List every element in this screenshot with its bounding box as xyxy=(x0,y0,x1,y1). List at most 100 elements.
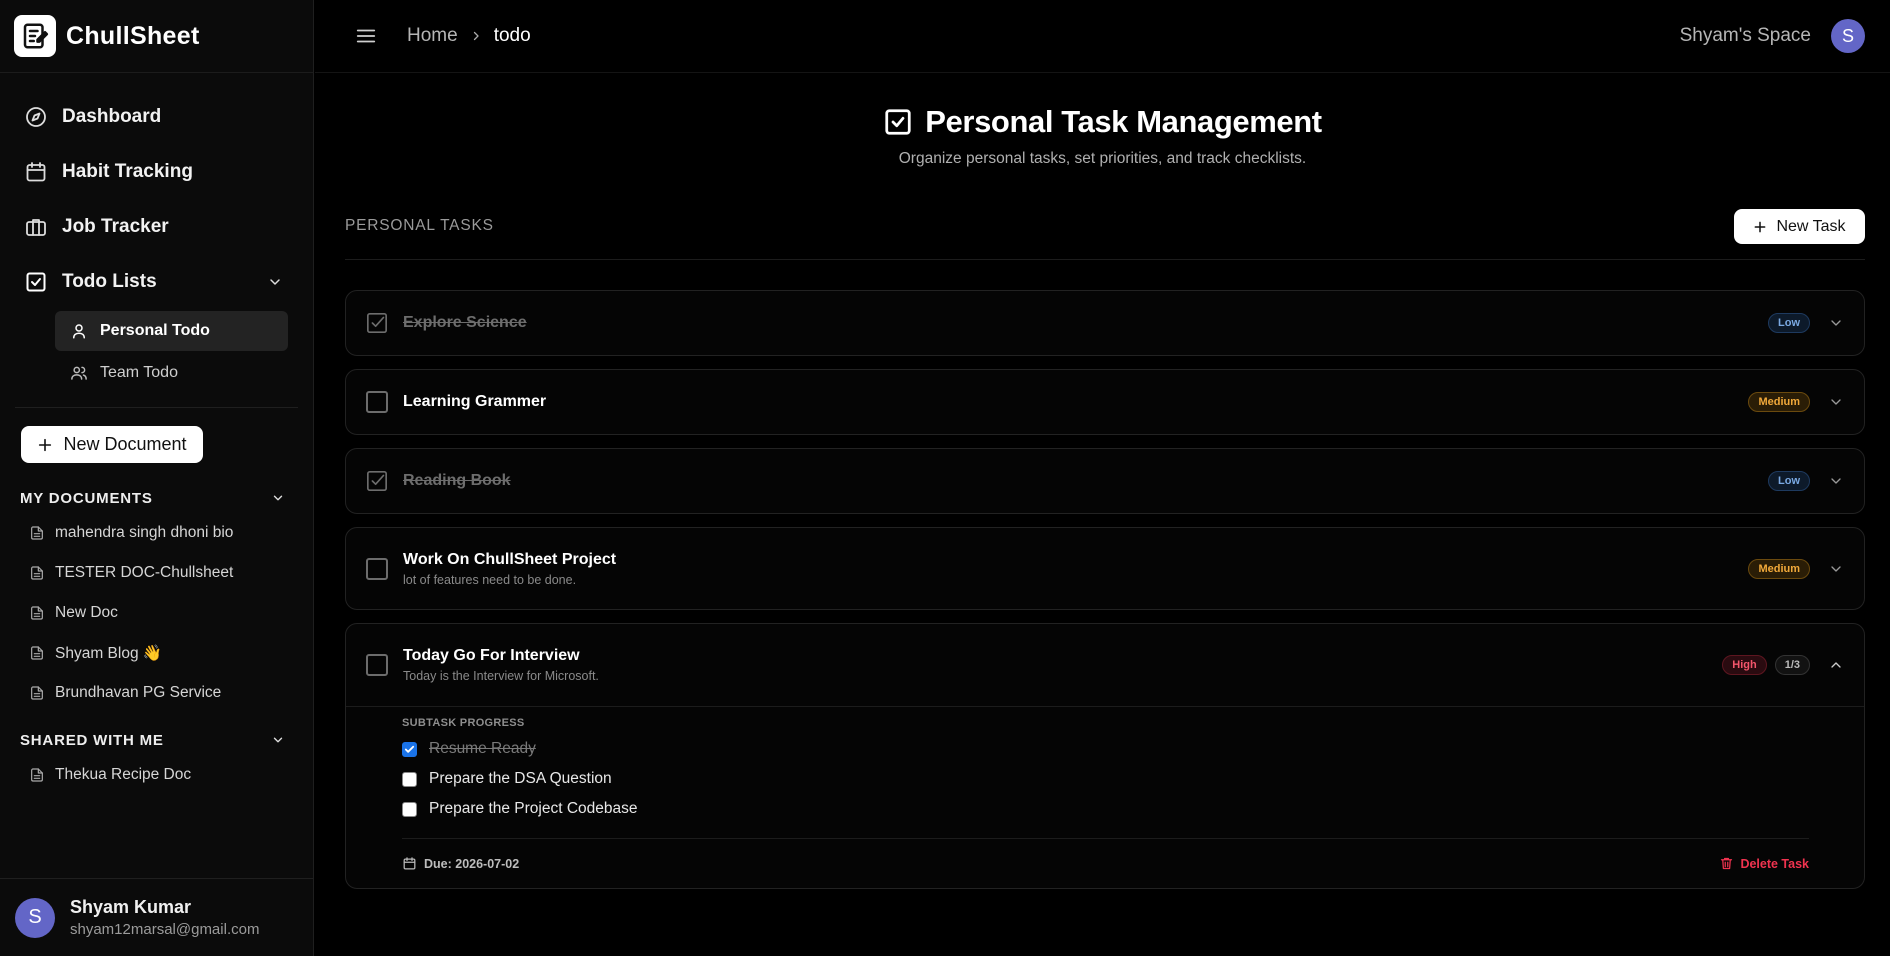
chevron-down-icon[interactable] xyxy=(271,491,285,505)
sidebar-divider xyxy=(15,407,298,408)
chevron-up-icon[interactable] xyxy=(1828,657,1844,673)
breadcrumb-home[interactable]: Home xyxy=(407,25,458,47)
task-footer: Due: 2026-07-02 Delete Task xyxy=(402,838,1809,888)
chevron-down-icon[interactable] xyxy=(267,274,283,290)
new-document-label: New Document xyxy=(63,434,187,454)
chevron-right-icon xyxy=(473,31,479,41)
task-card[interactable]: Reading Book Low xyxy=(345,448,1865,514)
subtask-label: Prepare the Project Codebase xyxy=(429,800,638,817)
page-title: Personal Task Management xyxy=(925,104,1322,139)
briefcase-icon xyxy=(26,218,46,236)
task-card-expanded[interactable]: Today Go For Interview Today is the Inte… xyxy=(345,623,1865,889)
subtask-progress-label: SUBTASK PROGRESS xyxy=(402,717,525,729)
document-item[interactable]: Brundhavan PG Service xyxy=(0,673,313,713)
subtask-checkbox[interactable] xyxy=(402,771,417,787)
subtask-item[interactable]: Resume Ready xyxy=(402,734,1809,764)
my-documents-list: mahendra singh dhoni bio TESTER DOC-Chul… xyxy=(0,513,313,713)
checkbox-checked-icon[interactable] xyxy=(366,470,388,492)
page-subtitle: Organize personal tasks, set priorities,… xyxy=(898,150,1307,167)
task-checkbox[interactable] xyxy=(366,654,388,676)
avatar: S xyxy=(15,897,55,938)
checkbox-checked-icon[interactable] xyxy=(366,312,388,334)
new-task-button[interactable]: New Task xyxy=(1734,209,1865,244)
task-card[interactable]: Explore Science Low xyxy=(345,290,1865,356)
document-title: Brundhavan PG Service xyxy=(55,684,222,701)
priority-badge: Low xyxy=(1768,471,1810,491)
users-icon xyxy=(71,366,87,380)
task-title: Learning Grammer xyxy=(403,393,547,410)
due-date: Due: 2026-07-02 xyxy=(402,856,519,871)
avatar[interactable]: S xyxy=(1831,19,1865,53)
compass-icon xyxy=(26,106,46,127)
sidebar-item-dashboard[interactable]: Dashboard xyxy=(0,89,313,144)
priority-badge: High xyxy=(1722,655,1767,675)
task-checkbox[interactable] xyxy=(366,391,388,413)
file-text-icon xyxy=(31,646,43,660)
checkbox-icon xyxy=(26,272,46,291)
subtask-count-badge: 1/3 xyxy=(1774,655,1810,675)
workspace-name[interactable]: Shyam's Space xyxy=(1680,25,1811,47)
checkbox-icon xyxy=(885,109,911,135)
brand[interactable]: ChullSheet xyxy=(0,0,313,73)
due-date-text: Due: 2026-07-02 xyxy=(424,856,520,871)
shared-with-me-header[interactable]: SHARED WITH ME xyxy=(0,725,313,755)
sidebar: ChullSheet Dashboard Habit Tracking Job … xyxy=(0,0,314,956)
subtask-item[interactable]: Prepare the Project Codebase xyxy=(402,794,1809,824)
sidebar-item-label: Habit Tracking xyxy=(62,160,193,182)
divider xyxy=(345,259,1865,260)
subtask-checkbox[interactable] xyxy=(402,741,417,757)
shared-documents-list: Thekua Recipe Doc xyxy=(0,755,313,795)
document-item[interactable]: Shyam Blog 👋 xyxy=(0,633,313,673)
user-profile[interactable]: S Shyam Kumar shyam12marsal@gmail.com xyxy=(0,878,314,956)
sidebar-item-habit-tracking[interactable]: Habit Tracking xyxy=(0,144,313,199)
document-item[interactable]: TESTER DOC-Chullsheet xyxy=(0,553,313,593)
file-text-icon xyxy=(31,686,43,700)
priority-badge: Medium xyxy=(1748,558,1810,579)
sidebar-item-label: Dashboard xyxy=(62,105,162,127)
subtask-item[interactable]: Prepare the DSA Question xyxy=(402,764,1809,794)
file-text-icon xyxy=(31,526,43,540)
new-document-button[interactable]: New Document xyxy=(21,426,203,463)
document-title: Shyam Blog 👋 xyxy=(55,644,163,662)
document-item[interactable]: New Doc xyxy=(0,593,313,633)
user-icon xyxy=(73,324,85,339)
chevron-down-icon[interactable] xyxy=(1828,473,1844,489)
sidebar-item-personal-todo[interactable]: Personal Todo xyxy=(55,311,288,351)
chevron-down-icon[interactable] xyxy=(1828,394,1844,410)
my-documents-header[interactable]: MY DOCUMENTS xyxy=(0,483,313,513)
task-title: Today Go For Interview xyxy=(403,647,580,664)
new-task-label: New Task xyxy=(1776,217,1846,235)
task-checkbox[interactable] xyxy=(366,557,388,580)
priority-badge: Medium xyxy=(1748,392,1810,412)
delete-task-button[interactable]: Delete Task xyxy=(1719,856,1809,871)
topbar: Home todo Shyam's Space S xyxy=(315,0,1890,73)
section-title: SHARED WITH ME xyxy=(20,731,164,749)
task-description: lot of features need to be done. xyxy=(403,572,577,587)
app-name: ChullSheet xyxy=(66,21,200,50)
chevron-down-icon[interactable] xyxy=(1828,561,1844,577)
task-card[interactable]: Work On ChullSheet Project lot of featur… xyxy=(345,527,1865,610)
task-title: Reading Book xyxy=(403,472,511,489)
sidebar-item-label: Job Tracker xyxy=(62,215,169,237)
document-title: mahendra singh dhoni bio xyxy=(55,524,234,541)
priority-badge: Low xyxy=(1768,313,1810,333)
calendar-icon xyxy=(403,857,416,870)
chevron-down-icon[interactable] xyxy=(271,733,285,747)
file-text-icon xyxy=(31,566,43,580)
sidebar-item-todo-lists[interactable]: Todo Lists xyxy=(0,254,313,309)
document-item[interactable]: Thekua Recipe Doc xyxy=(0,755,313,795)
sidebar-item-label: Todo Lists xyxy=(62,270,157,292)
subtask-label: Prepare the DSA Question xyxy=(429,770,612,787)
user-email: shyam12marsal@gmail.com xyxy=(70,921,260,938)
sidebar-item-label: Team Todo xyxy=(100,364,178,381)
subtask-checkbox[interactable] xyxy=(402,801,417,817)
chevron-down-icon[interactable] xyxy=(1828,315,1844,331)
menu-icon[interactable] xyxy=(355,25,377,47)
sidebar-item-job-tracker[interactable]: Job Tracker xyxy=(0,199,313,254)
task-card[interactable]: Learning Grammer Medium xyxy=(345,369,1865,435)
document-item[interactable]: mahendra singh dhoni bio xyxy=(0,513,313,553)
file-text-icon xyxy=(31,606,43,620)
sidebar-item-team-todo[interactable]: Team Todo xyxy=(55,353,288,393)
sidebar-nav: Dashboard Habit Tracking Job Tracker Tod… xyxy=(0,73,313,393)
sidebar-item-label: Personal Todo xyxy=(100,322,210,339)
